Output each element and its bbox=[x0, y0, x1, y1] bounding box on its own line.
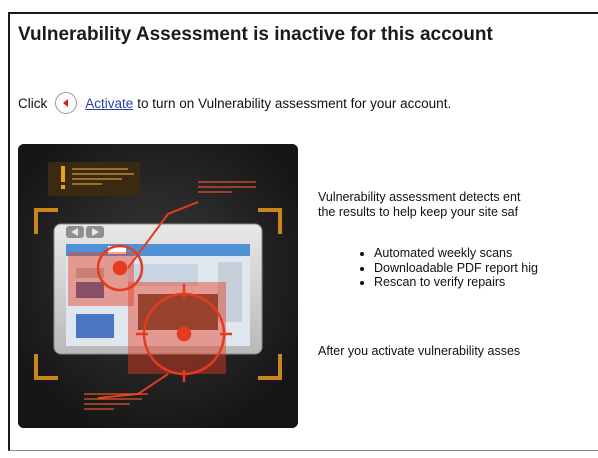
activate-arrow-button[interactable] bbox=[55, 92, 78, 114]
description-line-1: Vulnerability assessment detects ent bbox=[318, 190, 521, 204]
activate-instruction: Click Activate to turn on Vulnerability … bbox=[18, 92, 451, 114]
vulnerability-illustration bbox=[18, 144, 298, 428]
list-item: Rescan to verify repairs bbox=[374, 275, 598, 290]
warning-icon bbox=[48, 162, 140, 196]
instruction-prefix: Click bbox=[18, 95, 48, 111]
feature-list: Automated weekly scans Downloadable PDF … bbox=[318, 246, 598, 290]
description-line-2: the results to help keep your site saf bbox=[318, 204, 519, 219]
left-arrow-icon bbox=[63, 99, 69, 107]
list-item: Downloadable PDF report hig bbox=[374, 261, 598, 276]
page-title: Vulnerability Assessment is inactive for… bbox=[18, 24, 493, 45]
list-item: Automated weekly scans bbox=[374, 246, 598, 261]
scan-illustration-graphic bbox=[18, 144, 298, 428]
instruction-suffix: to turn on Vulnerability assessment for … bbox=[137, 95, 452, 111]
activate-link[interactable]: Activate bbox=[85, 96, 133, 111]
description: Vulnerability assessment detects ent the… bbox=[318, 190, 598, 290]
after-activation-text: After you activate vulnerability asses bbox=[318, 344, 521, 358]
